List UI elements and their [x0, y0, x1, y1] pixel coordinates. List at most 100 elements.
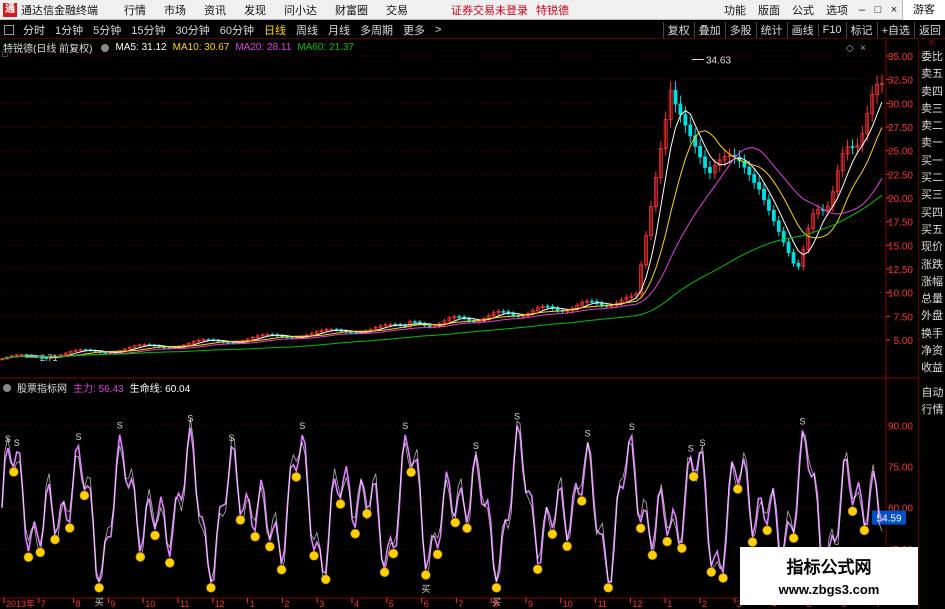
- moving-average-lines: [1, 101, 883, 360]
- sad-face-icon: [788, 533, 799, 543]
- side-item[interactable]: 卖一: [919, 135, 945, 152]
- sell-signal-label: S: [699, 438, 705, 448]
- sad-face-icon: [164, 558, 175, 568]
- side-item[interactable]: 买五: [919, 222, 945, 239]
- collapse-toggle-icon[interactable]: □: [2, 49, 8, 59]
- sell-signal-label: S: [14, 438, 20, 448]
- side-auto[interactable]: 自动: [919, 385, 945, 402]
- price-tick-label: 25.00: [888, 147, 913, 158]
- candle-body: [349, 331, 353, 334]
- price-tick-label: 12.50: [888, 265, 913, 276]
- sad-face-icon: [250, 531, 260, 542]
- price-tick-label: 5.00: [894, 336, 914, 347]
- ma10-line: [1, 127, 883, 360]
- candle-body: [683, 114, 688, 126]
- side-item[interactable]: 现价: [919, 239, 945, 256]
- stock-chart[interactable]: 35.0032.5030.0027.5025.0022.5020.0017.50…: [0, 0, 918, 609]
- sell-signal-label: S: [473, 441, 479, 451]
- side-item[interactable]: 总量: [919, 291, 945, 308]
- date-tick-label: 6: [424, 599, 429, 609]
- side-item[interactable]: 买二: [919, 170, 945, 187]
- price-tick-label: 7.50: [894, 312, 914, 323]
- candle-body: [226, 341, 231, 344]
- price-tick-label: 20.00: [888, 194, 913, 205]
- side-item[interactable]: 外盘: [919, 308, 945, 325]
- side-item[interactable]: 买一: [919, 153, 945, 170]
- date-tick-label: 11: [598, 599, 607, 609]
- side-item[interactable]: 换手: [919, 326, 945, 343]
- sell-signal-label: S: [800, 416, 806, 426]
- diamond-icon[interactable]: ◇: [846, 43, 854, 54]
- candle-body: [688, 124, 693, 137]
- indicator-axis-labels: 90.0075.0060.0045.0014:5014:5014:5014:50…: [872, 421, 913, 556]
- side-item[interactable]: 卖三: [919, 101, 945, 118]
- side-item[interactable]: 买三: [919, 187, 945, 204]
- sad-face-icon: [150, 530, 160, 541]
- date-tick-label: 4: [354, 599, 359, 609]
- candle-body: [708, 167, 712, 174]
- sad-face-icon: [635, 523, 646, 534]
- low-price-annotation: 2.71: [40, 353, 58, 363]
- sad-face-icon: [732, 484, 743, 494]
- candle-body: [698, 145, 703, 158]
- candle-body: [791, 252, 796, 264]
- candle-body: [545, 305, 550, 308]
- date-tick-label: 2: [702, 599, 707, 609]
- sell-signal-label: S: [514, 412, 520, 422]
- date-tick-label: 8: [76, 599, 81, 609]
- date-tick-label: 1: [250, 599, 255, 609]
- sad-face-icon: [718, 573, 728, 583]
- candle-body: [511, 313, 516, 316]
- sad-face-icon: [688, 471, 699, 482]
- side-quote[interactable]: 行情: [919, 402, 945, 419]
- sell-signal-label: S: [5, 434, 11, 444]
- side-item[interactable]: 收益: [919, 360, 945, 377]
- side-item[interactable]: 涨跌: [919, 257, 945, 274]
- date-tick-label: 3: [319, 599, 324, 609]
- side-item[interactable]: 涨幅: [919, 274, 945, 291]
- candle-body: [413, 321, 417, 324]
- sad-face-icon: [362, 508, 372, 519]
- date-tick-label: 7: [458, 599, 463, 609]
- date-tick-label: 8: [493, 599, 498, 609]
- close-chart-icon[interactable]: ×: [860, 43, 866, 54]
- sad-face-icon: [491, 582, 502, 593]
- sell-signal-label: S: [117, 421, 123, 431]
- price-tick-label: 30.00: [888, 99, 913, 110]
- sad-face-icon: [576, 496, 587, 506]
- high-price-annotation: 34.63: [706, 56, 731, 67]
- candle-body: [762, 188, 766, 201]
- side-item[interactable]: 卖四: [919, 84, 945, 101]
- date-tick-label: 2: [284, 599, 289, 609]
- sad-face-icon: [94, 582, 104, 593]
- sad-face-icon: [388, 548, 399, 559]
- price-tick-label: 32.50: [888, 76, 913, 87]
- side-item[interactable]: 净资: [919, 343, 945, 360]
- back-button[interactable]: 返回: [914, 22, 945, 38]
- side-item[interactable]: 卖五: [919, 66, 945, 83]
- sad-face-icon: [291, 472, 302, 482]
- indicator-tick-label: 90.00: [888, 421, 913, 432]
- candle-body: [103, 352, 108, 354]
- sad-face-icon: [206, 582, 216, 593]
- sad-face-icon: [35, 547, 46, 558]
- side-item[interactable]: 买四: [919, 205, 945, 222]
- side-item[interactable]: 委比: [919, 49, 945, 66]
- date-tick-label: 12: [215, 599, 225, 609]
- candle-body: [703, 156, 707, 168]
- sell-signal-label: S: [585, 428, 591, 438]
- sell-signal-label: S: [76, 432, 82, 442]
- sad-face-icon: [379, 567, 390, 578]
- sad-face-icon: [309, 550, 319, 561]
- sell-signal-label: S: [229, 433, 235, 443]
- candle-body: [457, 316, 462, 318]
- side-item[interactable]: 卖二: [919, 118, 945, 135]
- sad-face-icon: [276, 564, 287, 575]
- candle-body: [757, 182, 761, 190]
- sad-face-icon: [23, 552, 34, 563]
- sad-face-icon: [432, 549, 443, 560]
- candle-body: [555, 307, 560, 311]
- indicator-tick-label: 75.00: [888, 463, 913, 474]
- date-tick-label: 9: [110, 599, 115, 609]
- candle-body: [599, 302, 604, 306]
